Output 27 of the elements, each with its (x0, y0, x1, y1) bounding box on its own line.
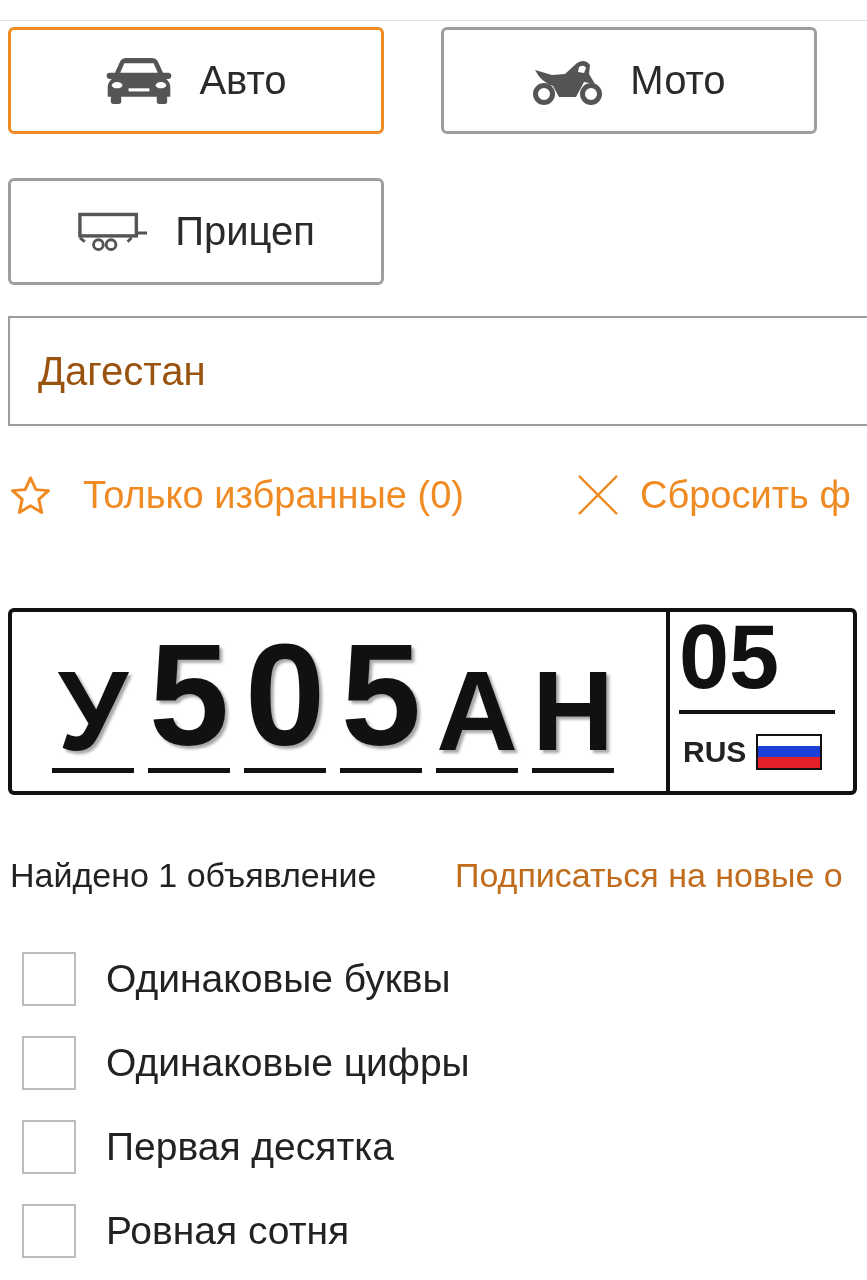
subscribe-link[interactable]: Подписаться на новые о (455, 855, 867, 895)
checkbox-label[interactable]: Первая десятка (106, 1125, 394, 1169)
vehicle-type-tab[interactable]: Мото (441, 27, 817, 134)
plate-character-field[interactable]: 0 (244, 624, 326, 773)
country-code: RUS (683, 735, 747, 769)
checkbox[interactable] (22, 1120, 76, 1174)
plate-character-field[interactable]: У (52, 655, 134, 773)
flag-icon (756, 734, 823, 770)
plate-character-field[interactable]: 5 (340, 624, 422, 773)
car-icon (105, 56, 174, 105)
checkbox-label[interactable]: Ровная сотня (106, 1209, 350, 1253)
close-icon (578, 475, 618, 515)
results-count: Найдено 1 объявление (10, 855, 378, 895)
vehicle-type-tab[interactable]: Прицеп (8, 178, 384, 285)
star-icon (10, 475, 51, 515)
checkbox-label[interactable]: Одинаковые цифры (106, 1041, 470, 1085)
plate-character-field[interactable]: 5 (148, 624, 230, 773)
plate-character-field[interactable]: Н (532, 655, 614, 773)
trailer-icon (77, 210, 150, 253)
vehicle-type-tab[interactable]: Авто (8, 27, 384, 134)
checkbox[interactable] (22, 1036, 76, 1090)
checkbox-label[interactable]: Одинаковые буквы (106, 957, 451, 1001)
checkbox[interactable] (22, 952, 76, 1006)
region-field[interactable]: Дагестан (8, 316, 867, 426)
region-code-field[interactable]: 05 (679, 612, 835, 714)
plate-character-field[interactable]: А (436, 655, 518, 773)
checkbox[interactable] (22, 1204, 76, 1258)
